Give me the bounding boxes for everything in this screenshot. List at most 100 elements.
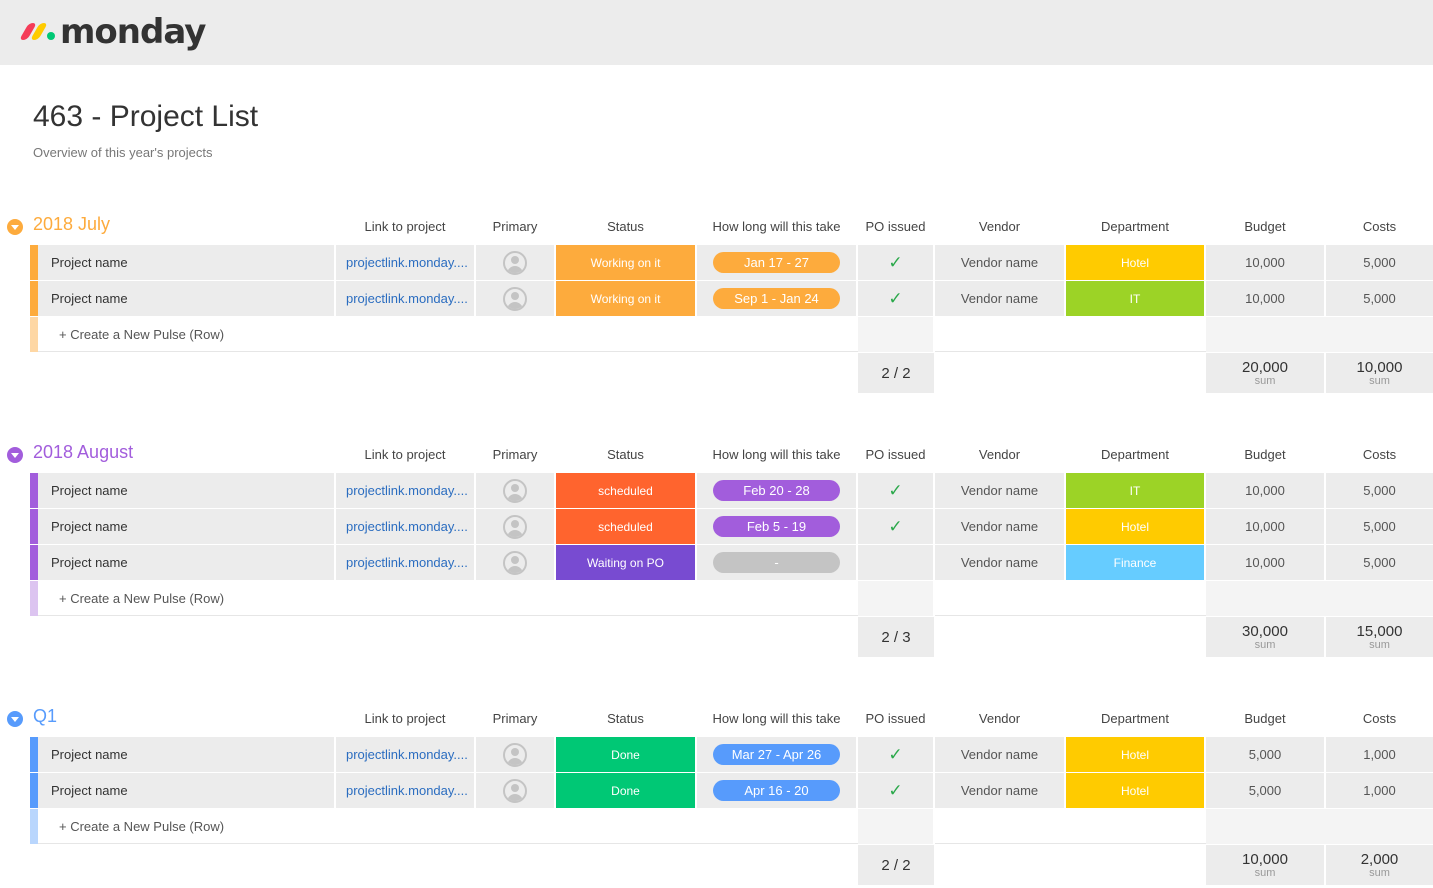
column-header-costs[interactable]: Costs <box>1326 711 1433 726</box>
link-cell[interactable]: projectlink.monday.... <box>336 737 474 772</box>
column-header-po-issued[interactable]: PO issued <box>858 219 933 234</box>
timeline-cell[interactable]: Mar 27 - Apr 26 <box>697 737 856 772</box>
link-cell[interactable]: projectlink.monday.... <box>336 509 474 544</box>
group-title[interactable]: Q1 <box>33 706 57 727</box>
status-cell[interactable]: Working on it <box>556 281 695 316</box>
costs-cell[interactable]: 1,000 <box>1326 737 1433 772</box>
department-cell[interactable]: IT <box>1066 473 1204 508</box>
pulse-name-cell[interactable]: Project name <box>30 545 334 580</box>
column-header-link[interactable]: Link to project <box>336 219 474 234</box>
group-title[interactable]: 2018 August <box>33 442 133 463</box>
column-header-po-issued[interactable]: PO issued <box>858 447 933 462</box>
create-pulse-input[interactable]: + Create a New Pulse (Row) <box>30 581 858 616</box>
column-header-vendor[interactable]: Vendor <box>935 711 1064 726</box>
costs-cell[interactable]: 5,000 <box>1326 545 1433 580</box>
po-issued-cell[interactable]: ✓ <box>858 281 933 316</box>
budget-cell[interactable]: 5,000 <box>1206 773 1324 808</box>
column-header-department[interactable]: Department <box>1066 711 1204 726</box>
pulse-name-cell[interactable]: Project name <box>30 509 334 544</box>
costs-cell[interactable]: 5,000 <box>1326 509 1433 544</box>
pulse-name-cell[interactable]: Project name <box>30 281 334 316</box>
po-issued-cell[interactable]: ✓ <box>858 509 933 544</box>
create-pulse-input[interactable]: + Create a New Pulse (Row) <box>30 317 858 352</box>
column-header-primary[interactable]: Primary <box>476 447 554 462</box>
collapse-caret-icon[interactable] <box>7 447 23 463</box>
department-cell[interactable]: Hotel <box>1066 773 1204 808</box>
costs-cell[interactable]: 5,000 <box>1326 473 1433 508</box>
link-cell[interactable]: projectlink.monday.... <box>336 545 474 580</box>
po-issued-cell[interactable]: ✓ <box>858 737 933 772</box>
link-cell[interactable]: projectlink.monday.... <box>336 773 474 808</box>
column-header-costs[interactable]: Costs <box>1326 447 1433 462</box>
column-header-status[interactable]: Status <box>556 219 695 234</box>
vendor-cell[interactable]: Vendor name <box>935 245 1064 280</box>
board-subtitle[interactable]: Overview of this year's projects <box>33 145 213 160</box>
group-title[interactable]: 2018 July <box>33 214 110 235</box>
column-header-status[interactable]: Status <box>556 711 695 726</box>
pulse-name-cell[interactable]: Project name <box>30 473 334 508</box>
column-header-vendor[interactable]: Vendor <box>935 219 1064 234</box>
create-pulse-input[interactable]: + Create a New Pulse (Row) <box>30 809 858 844</box>
budget-cell[interactable]: 10,000 <box>1206 545 1324 580</box>
vendor-cell[interactable]: Vendor name <box>935 281 1064 316</box>
po-issued-cell[interactable]: ✓ <box>858 773 933 808</box>
status-cell[interactable]: Working on it <box>556 245 695 280</box>
column-header-vendor[interactable]: Vendor <box>935 447 1064 462</box>
monday-logo[interactable]: monday <box>19 12 206 52</box>
vendor-cell[interactable]: Vendor name <box>935 509 1064 544</box>
department-cell[interactable]: IT <box>1066 281 1204 316</box>
budget-cell[interactable]: 10,000 <box>1206 281 1324 316</box>
department-cell[interactable]: Hotel <box>1066 245 1204 280</box>
timeline-cell[interactable]: Feb 20 - 28 <box>697 473 856 508</box>
column-header-costs[interactable]: Costs <box>1326 219 1433 234</box>
timeline-cell[interactable]: Feb 5 - 19 <box>697 509 856 544</box>
primary-cell[interactable] <box>476 281 554 316</box>
column-header-budget[interactable]: Budget <box>1206 711 1324 726</box>
column-header-po-issued[interactable]: PO issued <box>858 711 933 726</box>
column-header-budget[interactable]: Budget <box>1206 447 1324 462</box>
status-cell[interactable]: scheduled <box>556 473 695 508</box>
column-header-budget[interactable]: Budget <box>1206 219 1324 234</box>
column-header-primary[interactable]: Primary <box>476 219 554 234</box>
column-header-timeline[interactable]: How long will this take <box>697 219 856 234</box>
po-issued-cell[interactable]: ✓ <box>858 245 933 280</box>
primary-cell[interactable] <box>476 545 554 580</box>
pulse-name-cell[interactable]: Project name <box>30 773 334 808</box>
vendor-cell[interactable]: Vendor name <box>935 473 1064 508</box>
costs-cell[interactable]: 5,000 <box>1326 245 1433 280</box>
primary-cell[interactable] <box>476 245 554 280</box>
column-header-link[interactable]: Link to project <box>336 711 474 726</box>
primary-cell[interactable] <box>476 509 554 544</box>
column-header-status[interactable]: Status <box>556 447 695 462</box>
board-title[interactable]: 463 - Project List <box>33 100 258 134</box>
costs-cell[interactable]: 1,000 <box>1326 773 1433 808</box>
vendor-cell[interactable]: Vendor name <box>935 773 1064 808</box>
po-issued-cell[interactable] <box>858 545 933 580</box>
timeline-cell[interactable]: Sep 1 - Jan 24 <box>697 281 856 316</box>
primary-cell[interactable] <box>476 737 554 772</box>
collapse-caret-icon[interactable] <box>7 711 23 727</box>
status-cell[interactable]: Done <box>556 737 695 772</box>
status-cell[interactable]: Waiting on PO <box>556 545 695 580</box>
pulse-name-cell[interactable]: Project name <box>30 245 334 280</box>
link-cell[interactable]: projectlink.monday.... <box>336 245 474 280</box>
collapse-caret-icon[interactable] <box>7 219 23 235</box>
primary-cell[interactable] <box>476 473 554 508</box>
vendor-cell[interactable]: Vendor name <box>935 545 1064 580</box>
column-header-timeline[interactable]: How long will this take <box>697 447 856 462</box>
budget-cell[interactable]: 5,000 <box>1206 737 1324 772</box>
budget-cell[interactable]: 10,000 <box>1206 473 1324 508</box>
link-cell[interactable]: projectlink.monday.... <box>336 281 474 316</box>
status-cell[interactable]: Done <box>556 773 695 808</box>
column-header-timeline[interactable]: How long will this take <box>697 711 856 726</box>
po-issued-cell[interactable]: ✓ <box>858 473 933 508</box>
timeline-cell[interactable]: Apr 16 - 20 <box>697 773 856 808</box>
column-header-link[interactable]: Link to project <box>336 447 474 462</box>
costs-cell[interactable]: 5,000 <box>1326 281 1433 316</box>
budget-cell[interactable]: 10,000 <box>1206 509 1324 544</box>
primary-cell[interactable] <box>476 773 554 808</box>
pulse-name-cell[interactable]: Project name <box>30 737 334 772</box>
department-cell[interactable]: Finance <box>1066 545 1204 580</box>
vendor-cell[interactable]: Vendor name <box>935 737 1064 772</box>
department-cell[interactable]: Hotel <box>1066 509 1204 544</box>
